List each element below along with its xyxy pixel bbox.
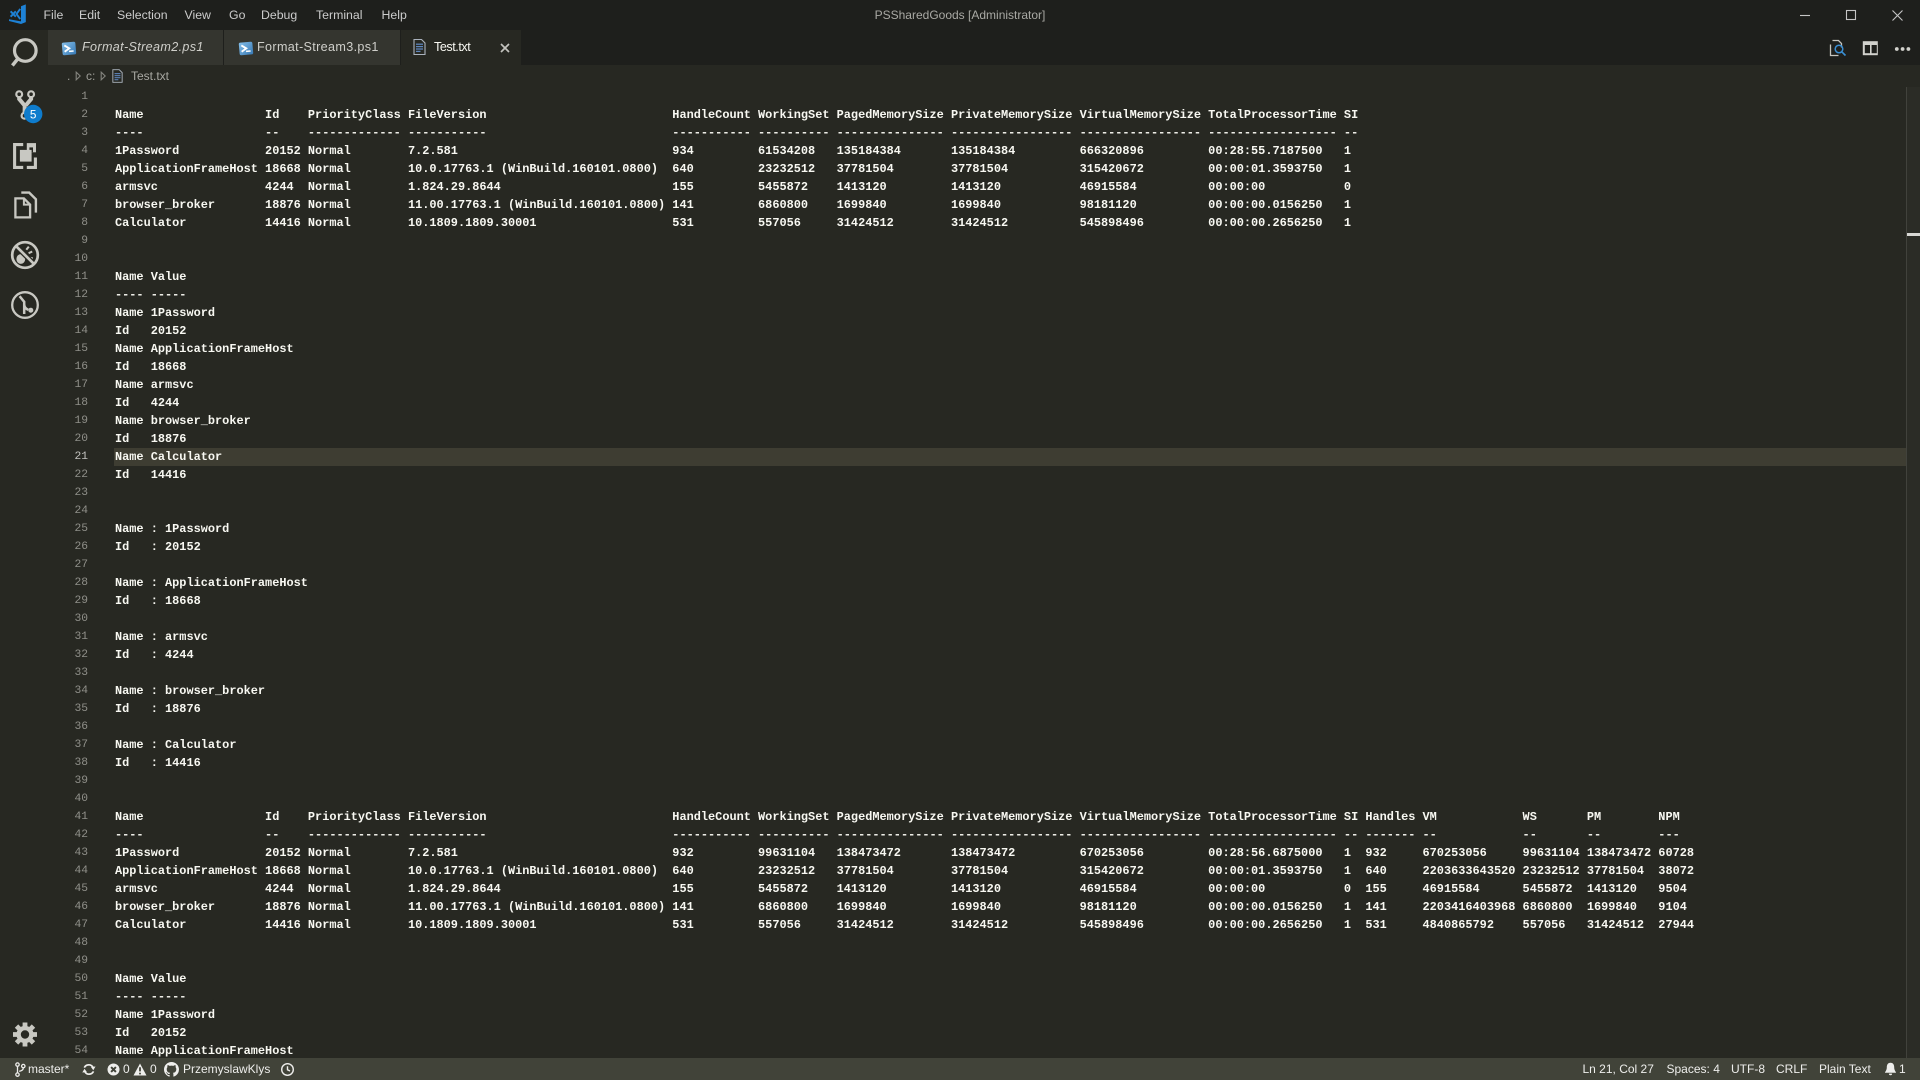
- svg-text:5: 5: [30, 107, 37, 121]
